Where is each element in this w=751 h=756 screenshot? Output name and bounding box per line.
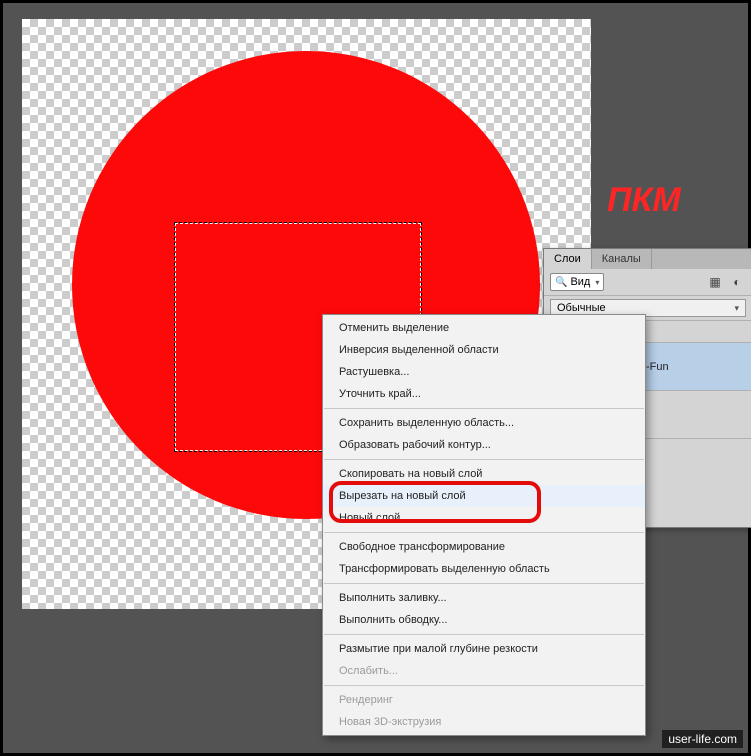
menu-item[interactable]: Свободное трансформирование [323,536,645,558]
menu-item: Ослабить... [323,660,645,682]
kind-label: Вид [570,276,590,288]
menu-item[interactable]: Уточнить край... [323,383,645,405]
menu-item[interactable]: Размытие при малой глубине резкости [323,638,645,660]
search-icon: 🔍 [555,277,567,288]
panel-tabs: Слои Каналы [544,249,751,269]
menu-separator [324,408,644,409]
menu-item[interactable]: Скопировать на новый слой [323,463,645,485]
app-frame: ПКМ Слои Каналы 🔍 Вид ▾ ▦ ◐ Обычные ▾ ✥ … [3,3,748,753]
annotation-label: ПКМ [607,181,681,220]
menu-item[interactable]: Выполнить заливку... [323,587,645,609]
menu-item[interactable]: Новый слой... [323,507,645,529]
menu-separator [324,583,644,584]
menu-item[interactable]: Отменить выделение [323,317,645,339]
menu-separator [324,634,644,635]
tab-layers[interactable]: Слои [544,249,592,269]
watermark: user-life.com [662,730,743,748]
menu-item: Новая 3D-экструзия [323,711,645,733]
chevron-updown-icon: ▾ [734,303,739,314]
menu-item[interactable]: Образовать рабочий контур... [323,434,645,456]
tab-channels[interactable]: Каналы [592,249,652,269]
menu-item[interactable]: Вырезать на новый слой [323,485,645,507]
menu-item[interactable]: Трансформировать выделенную область [323,558,645,580]
context-menu: Отменить выделениеИнверсия выделенной об… [322,314,646,736]
menu-item[interactable]: Выполнить обводку... [323,609,645,631]
chevron-down-icon: ▾ [595,278,599,287]
filter-image-icon[interactable]: ▦ [706,273,724,291]
kind-dropdown[interactable]: 🔍 Вид ▾ [550,273,604,291]
menu-item[interactable]: Растушевка... [323,361,645,383]
menu-separator [324,459,644,460]
blend-mode-label: Обычные [557,302,606,314]
menu-item[interactable]: Сохранить выделенную область... [323,412,645,434]
menu-item[interactable]: Инверсия выделенной области [323,339,645,361]
menu-separator [324,532,644,533]
filter-adjust-icon[interactable]: ◐ [728,273,746,291]
menu-separator [324,685,644,686]
panel-filter-row: 🔍 Вид ▾ ▦ ◐ [544,269,751,295]
menu-item: Рендеринг [323,689,645,711]
